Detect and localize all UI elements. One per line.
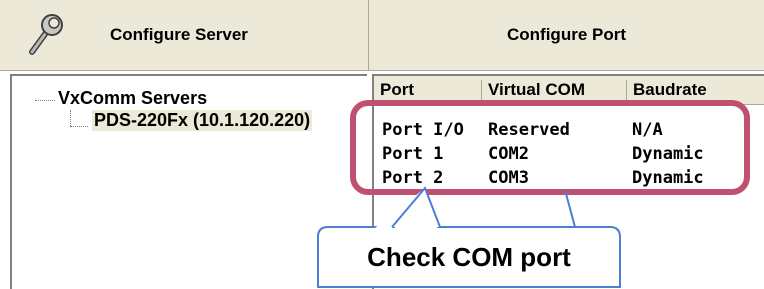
port-cell: Port 1 <box>382 144 444 164</box>
baudrate-cell: Dynamic <box>632 168 704 188</box>
tree-connector <box>70 126 88 127</box>
port-cell: Port 2 <box>382 168 444 188</box>
tree-item-pds-220fx[interactable]: PDS-220Fx (10.1.120.220) <box>92 110 313 131</box>
tree-connector <box>35 100 55 101</box>
table-row[interactable]: Port 1 COM2 Dynamic <box>374 144 764 168</box>
table-row[interactable]: Port I/O Reserved N/A <box>374 120 764 144</box>
virtual-com-cell: COM2 <box>488 144 529 164</box>
virtual-com-cell: COM3 <box>488 168 529 188</box>
configure-server-button[interactable]: Configure Server <box>0 0 369 70</box>
configure-port-label: Configure Port <box>507 25 626 44</box>
baudrate-cell: Dynamic <box>632 144 704 164</box>
port-cell: Port I/O <box>382 120 464 140</box>
callout-text: Check COM port <box>367 242 571 272</box>
column-header-baudrate[interactable]: Baudrate <box>627 80 764 104</box>
column-header-virtual-com[interactable]: Virtual COM <box>482 80 627 104</box>
table-row[interactable]: Port 2 COM3 Dynamic <box>374 168 764 192</box>
configure-port-button[interactable]: Configure Port <box>369 0 764 70</box>
port-list-header: Port Virtual COM Baudrate <box>374 76 764 105</box>
wrench-icon <box>29 14 63 55</box>
tree-connector <box>70 110 71 126</box>
configure-server-label: Configure Server <box>110 25 248 44</box>
virtual-com-cell: Reserved <box>488 120 570 140</box>
column-header-port[interactable]: Port <box>374 80 482 104</box>
baudrate-cell: N/A <box>632 120 663 140</box>
toolbar: Configure Server Configure Port <box>0 0 764 71</box>
tree-item-vxcomm-servers[interactable]: VxComm Servers <box>58 88 207 109</box>
